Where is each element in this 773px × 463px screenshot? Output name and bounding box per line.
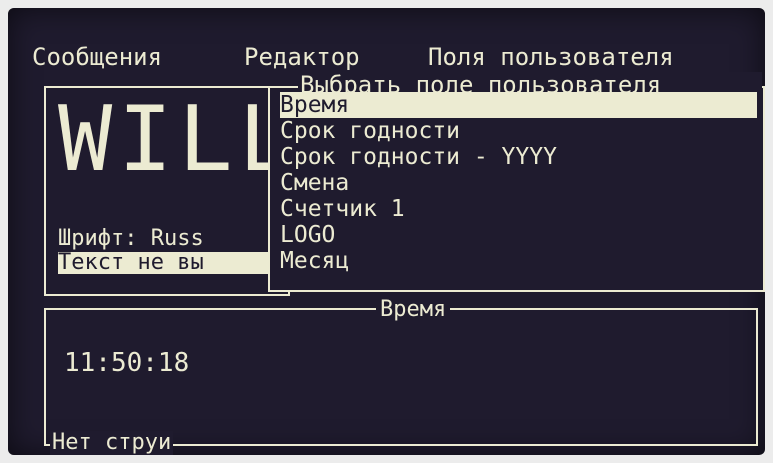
menu-messages[interactable]: Сообщения [32,40,162,74]
option-expiry-yyyy[interactable]: Срок годности - YYYY [280,144,557,170]
warning-text: Текст не вы [58,252,270,274]
menu-bar: Сообщения Редактор Поля пользователя [32,40,752,74]
time-panel-title: Время [376,298,451,322]
option-shift[interactable]: Смена [280,170,349,196]
time-value: 11:50:18 [64,348,190,378]
menu-user-fields[interactable]: Поля пользователя [428,40,674,74]
option-time[interactable]: Время [280,92,757,118]
status-text: Нет струи [50,430,174,455]
option-counter-1[interactable]: Счетчик 1 [280,196,405,222]
font-label: Шрифт: Russ [58,226,204,251]
menu-editor[interactable]: Редактор [244,40,360,74]
option-expiry[interactable]: Срок годности [280,118,460,144]
option-month[interactable]: Месяц [280,248,349,274]
menu-user-fields-label: Поля пользователя [428,43,674,71]
menu-editor-label: Редактор [244,43,360,71]
option-logo[interactable]: LOGO [280,222,335,248]
printer-display-screen: Сообщения Редактор Поля пользователя WIL… [8,8,765,455]
message-preview-text: WILL [58,90,273,190]
menu-messages-label: Сообщения [32,43,163,71]
